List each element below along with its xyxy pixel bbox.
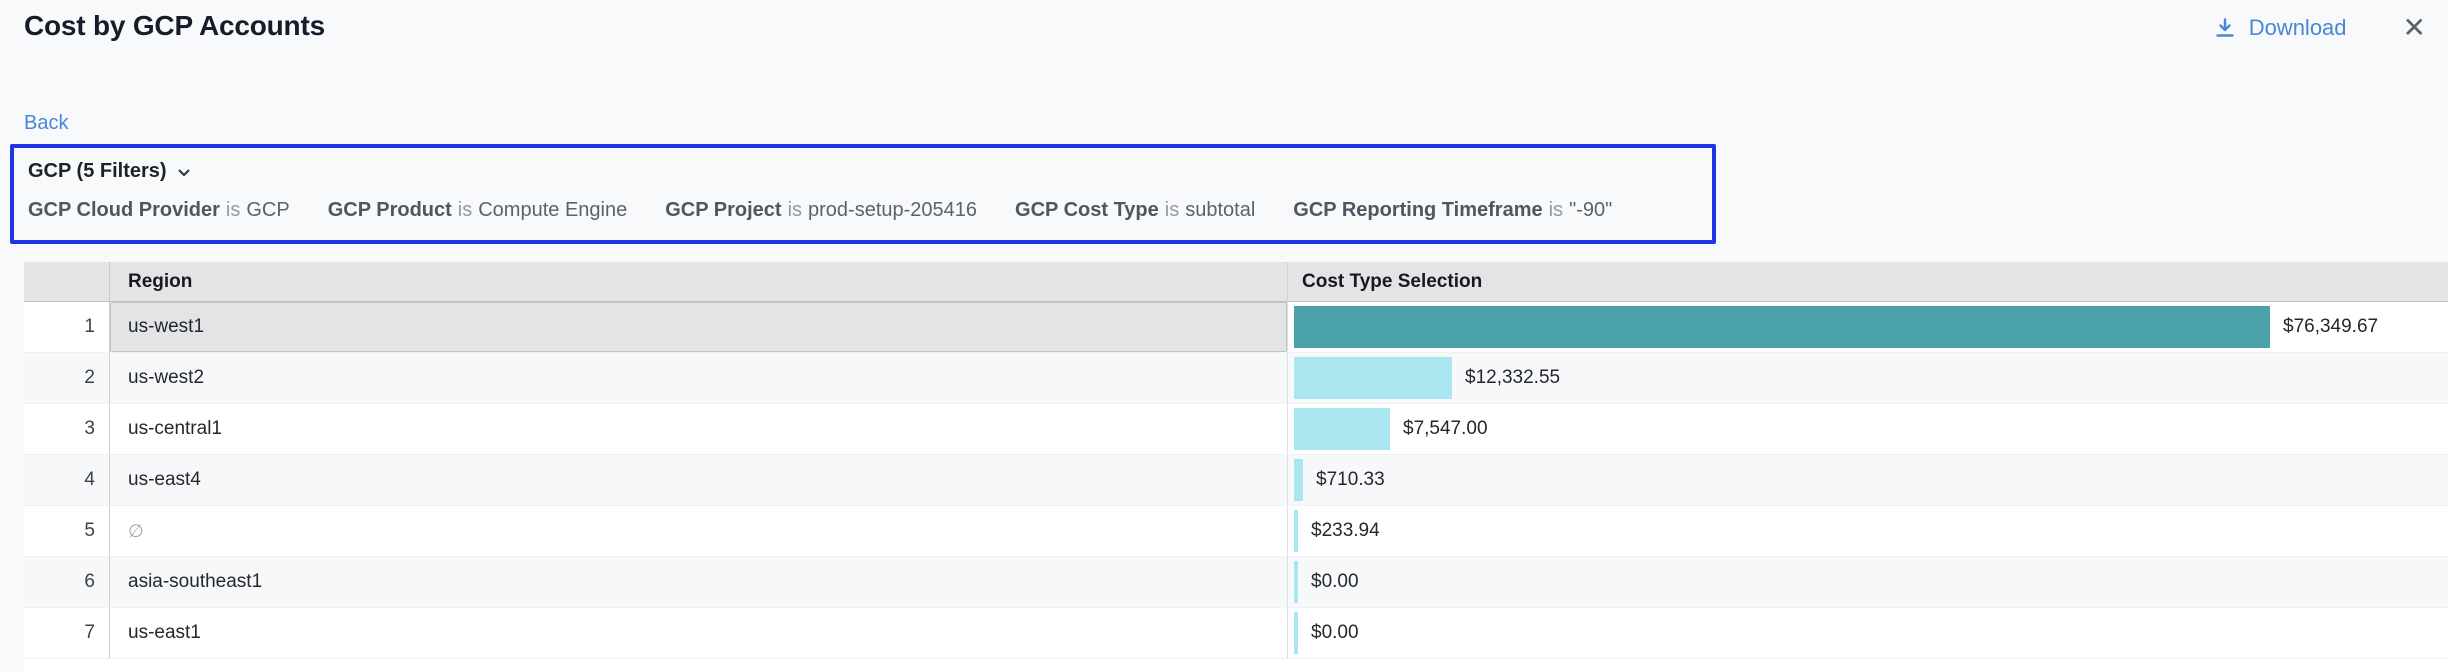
region-cell[interactable]: us-east1 bbox=[110, 608, 1288, 658]
filter-value: "-90" bbox=[1569, 199, 1612, 222]
cost-cell[interactable]: $0.00 bbox=[1288, 608, 2448, 658]
filter-summary-label: GCP (5 Filters) bbox=[28, 160, 167, 183]
region-cell[interactable]: ∅ bbox=[110, 506, 1288, 556]
cost-value-label: $233.94 bbox=[1311, 520, 1380, 542]
filter-operator: is bbox=[226, 199, 240, 222]
filter-item[interactable]: GCP Cost Type is subtotal bbox=[1015, 199, 1255, 222]
filter-value: Compute Engine bbox=[478, 199, 627, 222]
cost-bar[interactable] bbox=[1294, 357, 1452, 399]
cost-bar[interactable] bbox=[1294, 510, 1298, 552]
cost-cell[interactable]: $710.33 bbox=[1288, 455, 2448, 505]
row-number: 5 bbox=[24, 506, 110, 556]
cost-value-label: $7,547.00 bbox=[1403, 418, 1488, 440]
back-link[interactable]: Back bbox=[24, 112, 68, 135]
table-header-row: Region Cost Type Selection bbox=[24, 262, 2448, 302]
top-controls: Download ✕ bbox=[2213, 14, 2426, 42]
filter-name: GCP Reporting Timeframe bbox=[1293, 199, 1542, 222]
table-row: 2 us-west2 $12,332.55 bbox=[24, 353, 2448, 404]
cost-bar[interactable] bbox=[1294, 306, 2270, 348]
row-number: 3 bbox=[24, 404, 110, 454]
row-number-header bbox=[24, 262, 110, 301]
table-row: 7 us-east1 $0.00 bbox=[24, 608, 2448, 659]
page-title: Cost by GCP Accounts bbox=[24, 10, 325, 42]
table-row: 3 us-central1 $7,547.00 bbox=[24, 404, 2448, 455]
cost-bar[interactable] bbox=[1294, 561, 1298, 603]
cost-cell[interactable]: $12,332.55 bbox=[1288, 353, 2448, 403]
cost-value-label: $12,332.55 bbox=[1465, 367, 1560, 389]
row-number: 4 bbox=[24, 455, 110, 505]
download-icon bbox=[2213, 16, 2237, 40]
row-number: 1 bbox=[24, 302, 110, 352]
cost-cell[interactable]: $7,547.00 bbox=[1288, 404, 2448, 454]
cost-cell[interactable]: $233.94 bbox=[1288, 506, 2448, 556]
cost-cell[interactable]: $0.00 bbox=[1288, 557, 2448, 607]
cost-bar[interactable] bbox=[1294, 612, 1298, 654]
filter-name: GCP Cloud Provider bbox=[28, 199, 220, 222]
row-number: 6 bbox=[24, 557, 110, 607]
region-cell[interactable]: us-west1 bbox=[110, 302, 1288, 352]
filter-value: GCP bbox=[246, 199, 289, 222]
filter-item[interactable]: GCP Project is prod-setup-205416 bbox=[665, 199, 977, 222]
cost-value-label: $0.00 bbox=[1311, 571, 1359, 593]
filter-operator: is bbox=[788, 199, 802, 222]
filter-item[interactable]: GCP Product is Compute Engine bbox=[328, 199, 628, 222]
table-row: 1 us-west1 $76,349.67 bbox=[24, 302, 2448, 353]
column-header-region[interactable]: Region bbox=[110, 262, 1288, 301]
download-button[interactable]: Download bbox=[2213, 15, 2347, 41]
filter-item[interactable]: GCP Cloud Provider is GCP bbox=[28, 199, 290, 222]
table-row: 5 ∅ $233.94 bbox=[24, 506, 2448, 557]
filter-item[interactable]: GCP Reporting Timeframe is "-90" bbox=[1293, 199, 1612, 222]
cost-value-label: $710.33 bbox=[1316, 469, 1385, 491]
region-cell[interactable]: us-west2 bbox=[110, 353, 1288, 403]
filter-value: prod-setup-205416 bbox=[808, 199, 977, 222]
filter-summary[interactable]: GCP (5 Filters) bbox=[24, 160, 1698, 183]
filter-list: GCP Cloud Provider is GCP GCP Product is… bbox=[24, 199, 1698, 222]
filter-value: subtotal bbox=[1185, 199, 1255, 222]
filter-operator: is bbox=[1549, 199, 1563, 222]
cost-bar[interactable] bbox=[1294, 459, 1303, 501]
region-cell[interactable]: asia-southeast1 bbox=[110, 557, 1288, 607]
filter-name: GCP Project bbox=[665, 199, 781, 222]
column-header-cost-type-selection[interactable]: Cost Type Selection bbox=[1288, 262, 2448, 301]
cost-value-label: $0.00 bbox=[1311, 622, 1359, 644]
cost-cell[interactable]: $76,349.67 bbox=[1288, 302, 2448, 352]
filter-operator: is bbox=[458, 199, 472, 222]
table-body: 1 us-west1 $76,349.67 2 us-west2 $12,332… bbox=[24, 302, 2448, 659]
row-number: 7 bbox=[24, 608, 110, 658]
filter-panel[interactable]: GCP (5 Filters) GCP Cloud Provider is GC… bbox=[10, 144, 1716, 244]
filter-name: GCP Product bbox=[328, 199, 452, 222]
table-row: 6 asia-southeast1 $0.00 bbox=[24, 557, 2448, 608]
region-cell[interactable]: us-east4 bbox=[110, 455, 1288, 505]
region-cell[interactable]: us-central1 bbox=[110, 404, 1288, 454]
cost-bar[interactable] bbox=[1294, 408, 1390, 450]
row-number: 2 bbox=[24, 353, 110, 403]
chevron-down-icon bbox=[175, 162, 193, 182]
filter-name: GCP Cost Type bbox=[1015, 199, 1159, 222]
download-label: Download bbox=[2249, 15, 2347, 41]
cost-table: Region Cost Type Selection 1 us-west1 $7… bbox=[24, 262, 2448, 672]
filter-operator: is bbox=[1165, 199, 1179, 222]
cost-value-label: $76,349.67 bbox=[2283, 316, 2378, 338]
close-button[interactable]: ✕ bbox=[2403, 14, 2426, 42]
table-row: 4 us-east4 $710.33 bbox=[24, 455, 2448, 506]
